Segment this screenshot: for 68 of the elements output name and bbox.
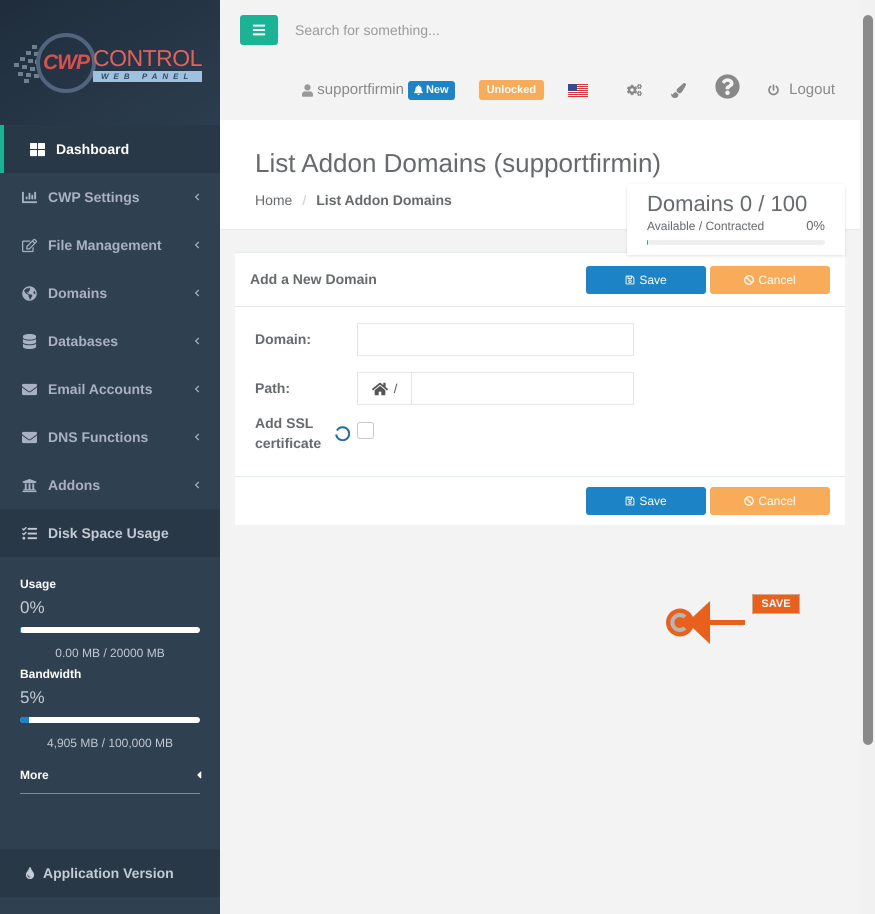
caret-left-icon bbox=[195, 769, 203, 781]
domains-count: Domains 0 / 100 bbox=[647, 190, 808, 218]
home-icon bbox=[372, 380, 388, 396]
chevron-left-icon bbox=[193, 193, 201, 201]
chevron-left-icon bbox=[193, 433, 201, 441]
scrollbar-thumb[interactable] bbox=[862, 15, 872, 745]
meter-detail: 4,905 MB / 100,000 MB bbox=[46, 735, 174, 751]
sidebar-item[interactable]: Disk Space Usage bbox=[0, 509, 220, 557]
arrow-icon bbox=[665, 600, 745, 645]
chevron-left-icon bbox=[193, 241, 201, 249]
chevron-left-icon bbox=[193, 289, 201, 297]
status-badge: Unlocked bbox=[478, 80, 544, 100]
meter-percent: 5% bbox=[20, 688, 46, 708]
power-icon bbox=[768, 84, 780, 96]
logout-button[interactable]: Logout bbox=[768, 78, 835, 102]
field-label: Add SSL certificate bbox=[255, 414, 322, 453]
grid-icon bbox=[30, 142, 45, 156]
ban-icon bbox=[744, 496, 754, 506]
flag-icon[interactable] bbox=[568, 84, 588, 96]
droplet-icon bbox=[25, 867, 35, 879]
more-toggle[interactable]: More bbox=[20, 767, 200, 783]
domains-percent: 0% bbox=[806, 218, 825, 234]
bar-chart-icon bbox=[22, 190, 37, 204]
menu-button[interactable] bbox=[240, 15, 278, 45]
sidebar-item[interactable]: Dashboard bbox=[0, 125, 220, 173]
brush-icon[interactable] bbox=[671, 82, 686, 98]
app-version-link[interactable]: Application Version bbox=[0, 849, 220, 897]
bank-icon bbox=[22, 478, 37, 492]
user-menu[interactable]: supportfirmin bbox=[302, 78, 404, 102]
menu-icon bbox=[252, 23, 266, 37]
user-icon bbox=[302, 84, 314, 96]
meter-label: Usage bbox=[20, 576, 58, 592]
chevron-left-icon bbox=[193, 385, 201, 393]
field-label: Path: bbox=[255, 379, 291, 398]
gears-icon[interactable] bbox=[627, 83, 642, 97]
chevron-left-icon bbox=[193, 337, 201, 345]
logo-tagline: WEB PANEL bbox=[93, 70, 202, 82]
chevron-left-icon bbox=[193, 481, 201, 489]
search-field[interactable]: Search for something... bbox=[290, 15, 610, 45]
meter-percent: 0% bbox=[20, 598, 46, 618]
list-icon bbox=[22, 526, 37, 540]
edit-icon bbox=[22, 238, 37, 252]
globe-icon bbox=[22, 286, 37, 300]
page-title: List Addon Domains (supportfirmin) bbox=[255, 147, 662, 179]
envelope-icon bbox=[22, 430, 37, 444]
card-title: Add a New Domain bbox=[250, 270, 377, 289]
checkbox[interactable] bbox=[357, 422, 374, 439]
breadcrumb-link[interactable]: Home bbox=[255, 190, 292, 210]
breadcrumb-separator: / bbox=[302, 191, 306, 210]
meter-detail: 0.00 MB / 20000 MB bbox=[54, 645, 166, 661]
path-prefix: / bbox=[357, 372, 412, 405]
envelope-icon bbox=[22, 382, 37, 396]
domain-input[interactable] bbox=[357, 323, 634, 356]
domains-caption: Available / Contracted bbox=[647, 218, 764, 234]
callout-label: SAVE bbox=[752, 594, 800, 614]
logo-title: CONTROL bbox=[93, 46, 202, 70]
save-button[interactable]: Save bbox=[586, 266, 706, 294]
database-icon bbox=[22, 334, 37, 348]
meter-label: Bandwidth bbox=[20, 666, 82, 682]
pixel-squares-icon bbox=[14, 42, 40, 82]
field-label: Domain: bbox=[255, 330, 312, 349]
ban-icon bbox=[744, 274, 754, 284]
save-button[interactable]: Save bbox=[586, 487, 706, 515]
notification-badge[interactable]: New bbox=[408, 80, 455, 100]
path-input[interactable] bbox=[412, 372, 634, 405]
bell-icon bbox=[414, 85, 423, 95]
help-icon[interactable] bbox=[715, 74, 740, 98]
breadcrumb-link[interactable]: List Addon Domains bbox=[316, 190, 452, 210]
